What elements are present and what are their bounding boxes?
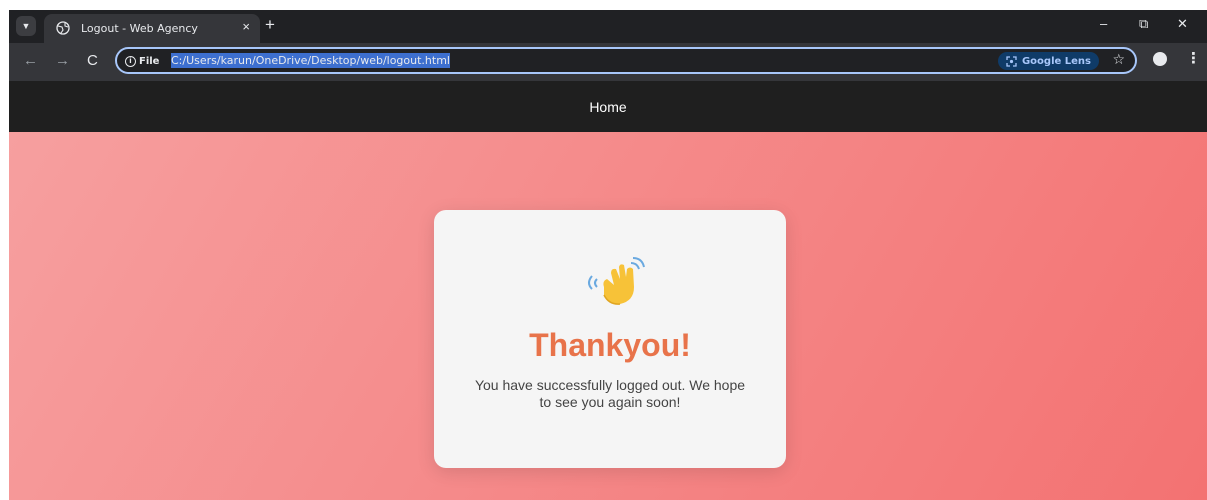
new-tab-button[interactable]: + — [265, 15, 275, 35]
tab-title: Logout - Web Agency — [81, 22, 198, 35]
tab-search-button[interactable]: ▼ — [16, 16, 36, 36]
profile-avatar-icon[interactable] — [1153, 52, 1167, 66]
card-message: You have successfully logged out. We hop… — [474, 377, 746, 410]
minimize-button[interactable]: – — [1100, 16, 1107, 31]
info-icon: i — [125, 55, 136, 67]
back-button[interactable]: ← — [23, 52, 38, 69]
close-window-button[interactable]: ✕ — [1177, 16, 1188, 32]
restore-button[interactable]: ⧉ — [1139, 16, 1148, 32]
tab-close-button[interactable]: × — [242, 19, 250, 34]
page-content: Home Thankyou! You have successfully log… — [9, 81, 1207, 500]
reload-button[interactable]: C — [87, 52, 98, 69]
bookmark-star-icon[interactable]: ☆ — [1112, 51, 1125, 68]
tab-active[interactable]: Logout - Web Agency × — [44, 14, 260, 43]
address-bar[interactable]: i File C:/Users/karun/OneDrive/Desktop/w… — [115, 47, 1137, 74]
globe-icon — [56, 21, 70, 35]
chevron-down-icon: ▼ — [21, 21, 31, 31]
nav-link-home[interactable]: Home — [589, 99, 626, 115]
google-lens-button[interactable]: Google Lens — [997, 52, 1099, 70]
lens-icon — [1006, 55, 1017, 67]
site-info-label: File — [139, 55, 160, 67]
browser-menu-button[interactable]: ⋮ — [1186, 49, 1201, 67]
logout-card: Thankyou! You have successfully logged o… — [434, 210, 786, 468]
browser-toolbar: ← → C i File C:/Users/karun/OneDrive/Des… — [9, 43, 1207, 81]
google-lens-label: Google Lens — [1021, 55, 1091, 67]
card-title: Thankyou! — [529, 327, 691, 363]
browser-window: ▼ Logout - Web Agency × + – ⧉ ✕ ← → C i … — [9, 10, 1207, 500]
site-info-chip[interactable]: i File — [125, 53, 159, 69]
site-navbar: Home — [9, 81, 1207, 132]
forward-button[interactable]: → — [55, 52, 70, 69]
url-text[interactable]: C:/Users/karun/OneDrive/Desktop/web/logo… — [171, 53, 450, 68]
tab-strip: ▼ Logout - Web Agency × + – ⧉ ✕ — [9, 10, 1207, 43]
waving-hand-icon — [588, 257, 645, 305]
